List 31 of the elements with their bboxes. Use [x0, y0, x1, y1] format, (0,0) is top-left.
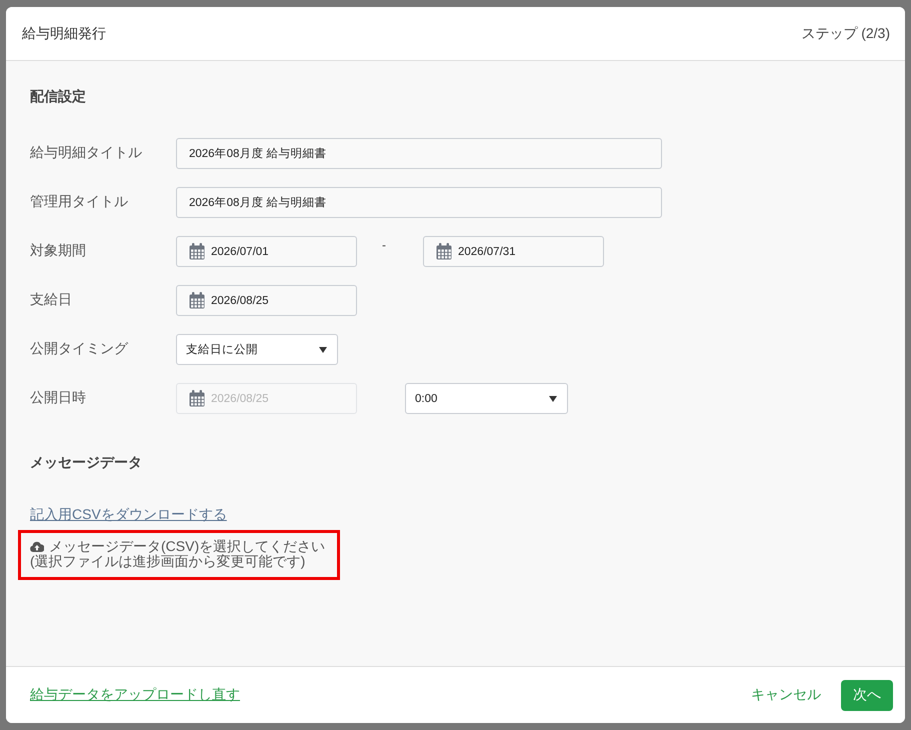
- field-label: 公開日時: [30, 388, 87, 406]
- caret-icon: [549, 396, 557, 402]
- cancel-button[interactable]: キャンセル: [751, 686, 821, 704]
- calendar-icon: [189, 390, 205, 407]
- field-label: 管理用タイトル: [30, 192, 129, 210]
- dialog-title: 給与明細発行: [22, 24, 106, 42]
- dropdown[interactable]: 0:00: [405, 383, 568, 414]
- step-indicator: ステップ (2/3): [801, 24, 890, 42]
- date-input: 2026/08/25: [176, 383, 357, 414]
- field-label: 公開タイミング: [30, 339, 130, 357]
- text-input[interactable]: 2026年08月度 給与明細書: [176, 138, 662, 169]
- reupload-link[interactable]: 給与データをアップロードし直す: [30, 686, 240, 704]
- calendar-icon: [189, 292, 205, 309]
- upload-prompt-text[interactable]: メッセージデータ(CSV)を選択してください: [49, 539, 326, 554]
- section-heading: 配信設定: [30, 87, 86, 106]
- calendar-icon: [436, 243, 452, 260]
- date-input[interactable]: 2026/07/31: [423, 236, 604, 267]
- range-separator: -: [381, 237, 387, 252]
- field-label: 給与明細タイトル: [30, 143, 143, 161]
- caret-icon: [319, 346, 327, 352]
- field-label: 支給日: [30, 290, 73, 308]
- date-input[interactable]: 2026/08/25: [176, 285, 357, 316]
- cloud-upload-icon: [30, 541, 44, 552]
- calendar-icon: [189, 243, 205, 260]
- date-input[interactable]: 2026/07/01: [176, 236, 357, 267]
- section-heading: メッセージデータ: [30, 453, 142, 472]
- dropdown[interactable]: 支給日に公開: [176, 334, 338, 365]
- download-link[interactable]: 記入用CSVをダウンロードする: [30, 505, 227, 523]
- text-input[interactable]: 2026年08月度 給与明細書: [176, 187, 662, 218]
- field-label: 対象期間: [30, 241, 87, 259]
- upload-prompt-text[interactable]: (選択ファイルは進捗画面から変更可能です): [30, 554, 306, 569]
